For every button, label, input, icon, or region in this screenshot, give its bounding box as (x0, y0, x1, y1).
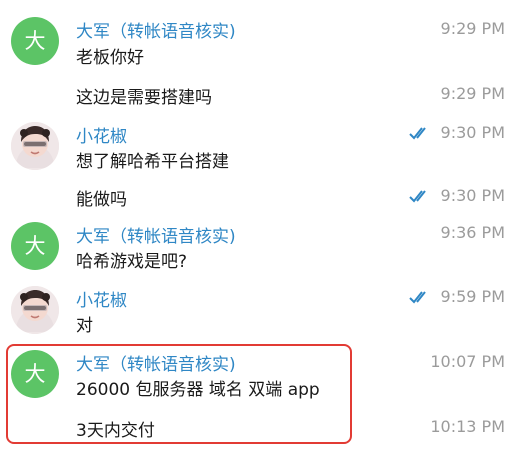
message-time-text: 9:29 PM (440, 19, 505, 38)
message-time-text: 9:59 PM (440, 287, 505, 306)
message-time-text: 10:07 PM (430, 352, 505, 371)
message-time: 10:13 PM (430, 417, 505, 436)
message-time: 9:29 PM (441, 19, 505, 38)
message-time-text: 10:13 PM (430, 417, 505, 436)
message-time: 9:59 PM (409, 287, 505, 306)
sender-name[interactable]: 小花椒 (76, 122, 127, 147)
avatar[interactable]: 大 (11, 222, 59, 270)
message-time: 9:29 PM (441, 84, 505, 103)
avatar[interactable]: 大 (11, 17, 59, 65)
message-time: 9:30 PM (409, 123, 505, 142)
message-text: 能做吗 (76, 190, 127, 210)
photo-avatar-image (11, 122, 59, 170)
message-time: 10:07 PM (430, 352, 505, 371)
double-check-icon (409, 127, 427, 140)
double-check-icon (409, 291, 427, 304)
highlight-box (6, 344, 352, 444)
message-text: 想了解哈希平台搭建 (76, 152, 229, 172)
message-time-text: 9:36 PM (440, 223, 505, 242)
message-time-text: 9:30 PM (440, 123, 505, 142)
sender-name[interactable]: 小花椒 (76, 286, 127, 311)
message-text: 老板你好 (76, 48, 144, 68)
photo-avatar[interactable] (11, 122, 59, 170)
photo-avatar[interactable] (11, 286, 59, 334)
message-text: 对 (76, 316, 93, 336)
photo-avatar-image (11, 286, 59, 334)
message-text: 这边是需要搭建吗 (76, 88, 212, 108)
message-time: 9:36 PM (441, 223, 505, 242)
chat-history: 大 大军（转帐语音核实) 老板你好 9:29 PM 这边是需要搭建吗 9:29 … (0, 0, 520, 457)
message-time: 9:30 PM (409, 186, 505, 205)
message-time-text: 9:29 PM (440, 84, 505, 103)
double-check-icon (409, 190, 427, 203)
avatar-initial: 大 (24, 29, 46, 53)
avatar-initial: 大 (24, 234, 46, 258)
sender-name[interactable]: 大军（转帐语音核实) (76, 222, 236, 247)
message-text: 哈希游戏是吧? (76, 252, 188, 272)
sender-name[interactable]: 大军（转帐语音核实) (76, 17, 236, 42)
message-time-text: 9:30 PM (440, 186, 505, 205)
